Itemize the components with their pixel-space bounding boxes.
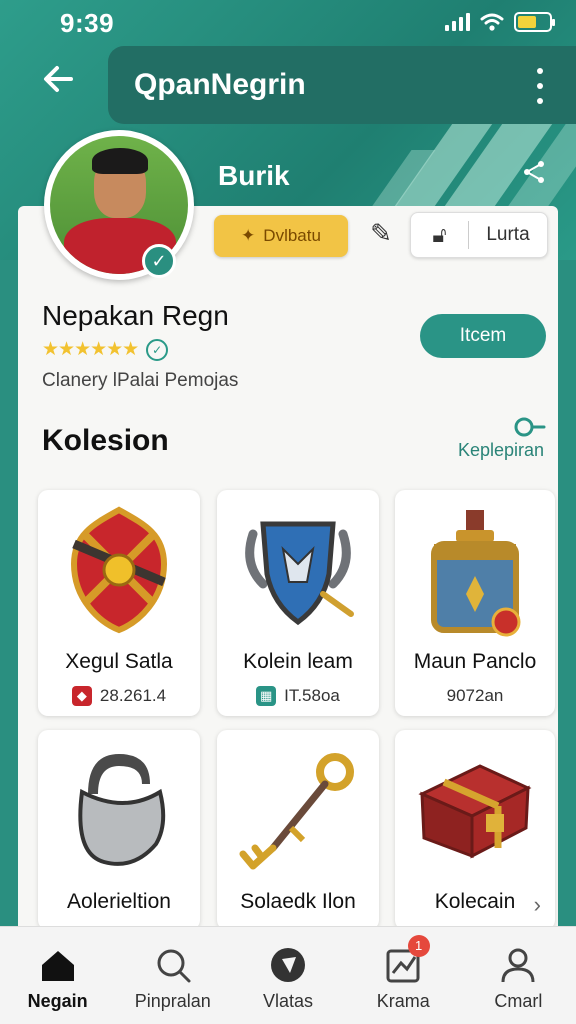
- section-title: Kolesion: [42, 424, 169, 457]
- profile-name: Nepakan Regn: [42, 300, 229, 331]
- group-action-label[interactable]: Lurta: [469, 224, 547, 246]
- canister-icon: [431, 510, 521, 637]
- item-name: Aolerieltion: [67, 890, 171, 913]
- item-name: Kolein leam: [243, 650, 353, 673]
- nav-label: Pinpralan: [134, 991, 211, 1011]
- nav-label: Krama: [376, 991, 430, 1011]
- app-bar: QpanNegrin: [108, 46, 576, 124]
- hero-label: Burik: [218, 160, 290, 191]
- status-icons: [445, 12, 555, 32]
- status-bar: 9:39: [0, 0, 576, 44]
- item-meta: 9072an: [395, 686, 555, 706]
- item-meta-value: IT.58oa: [284, 686, 340, 705]
- bag-icon: [78, 754, 166, 866]
- primary-action-button[interactable]: ✦ Dvlbatu: [214, 215, 348, 257]
- section-link[interactable]: Keplepiran: [458, 440, 544, 461]
- item-name: Maun Panclo: [413, 650, 537, 673]
- collection-item[interactable]: Xegul Satla ◆ 28.261.4: [38, 490, 200, 716]
- notification-badge: 1: [407, 935, 430, 957]
- rating-stars: ★★★★★★: [42, 339, 139, 360]
- nav-item-activity[interactable]: 1 Krama: [346, 927, 461, 1024]
- item-meta: ◆ 28.261.4: [38, 686, 200, 706]
- collection-item[interactable]: Aolerieltion: [38, 730, 200, 930]
- primary-action-label: Dvlbatu: [263, 226, 321, 245]
- profile-subtitle: Clanery lPalai Pemojas: [42, 370, 239, 391]
- more-menu-icon[interactable]: [530, 68, 550, 104]
- bottom-navigation: Negain Pinpralan Vlatas 1 Krama Cmarl: [0, 926, 576, 1024]
- chevron-right-icon[interactable]: ›: [534, 892, 541, 918]
- battery-icon: [514, 12, 555, 32]
- compass-icon: [271, 948, 305, 982]
- rating: ★★★★★★ ✓: [42, 338, 169, 361]
- collection-item[interactable]: Solaedk Ilon: [217, 730, 379, 930]
- nav-item-explore[interactable]: Vlatas: [230, 927, 345, 1024]
- edit-icon[interactable]: ✎: [364, 218, 398, 254]
- item-meta: ▦ IT.58oa: [217, 686, 379, 706]
- item-meta-value: 9072an: [446, 686, 504, 705]
- app-title: QpanNegrin: [134, 68, 306, 101]
- collection-item[interactable]: Kolein leam ▦ IT.58oa: [217, 490, 379, 716]
- item-name: Solaedk Ilon: [240, 890, 356, 913]
- follow-button[interactable]: Itcem: [420, 314, 546, 358]
- home-icon: [41, 951, 74, 981]
- item-name: Kolecain: [434, 890, 516, 913]
- nav-label: Vlatas: [262, 991, 314, 1011]
- key-icon: [239, 753, 354, 870]
- item-name: Xegul Satla: [65, 650, 173, 673]
- shield-icon: [70, 506, 168, 634]
- chest-icon: [418, 764, 532, 859]
- rating-check-icon: ✓: [146, 338, 169, 361]
- search-icon: [157, 949, 191, 983]
- collection-item[interactable]: Maun Panclo 9072an: [395, 490, 555, 716]
- wifi-icon: [480, 13, 504, 31]
- sparkle-icon: ✦: [241, 226, 256, 245]
- back-arrow-icon[interactable]: [36, 62, 80, 106]
- nav-label: Negain: [27, 991, 88, 1011]
- profile-icon: [501, 948, 535, 983]
- item-tag-icon: ◆: [71, 686, 92, 706]
- item-tag-icon: ▦: [256, 686, 277, 706]
- signal-icon: [445, 13, 470, 31]
- nav-item-profile[interactable]: Cmarl: [461, 927, 576, 1024]
- item-meta-value: 28.261.4: [99, 686, 167, 705]
- crest-icon: [245, 521, 354, 626]
- nav-item-search[interactable]: Pinpralan: [115, 927, 230, 1024]
- collection-item[interactable]: Kolecain ›: [395, 730, 555, 930]
- action-button-group[interactable]: 🔓︎ Lurta: [410, 212, 548, 258]
- lock-icon[interactable]: 🔓︎: [411, 221, 469, 249]
- status-time: 9:39: [60, 8, 115, 38]
- nav-item-home[interactable]: Negain: [0, 927, 115, 1024]
- toggle-icon[interactable]: [514, 416, 546, 438]
- share-icon[interactable]: [520, 158, 548, 186]
- verified-check-icon: ✓: [142, 244, 176, 278]
- nav-label: Cmarl: [494, 991, 543, 1011]
